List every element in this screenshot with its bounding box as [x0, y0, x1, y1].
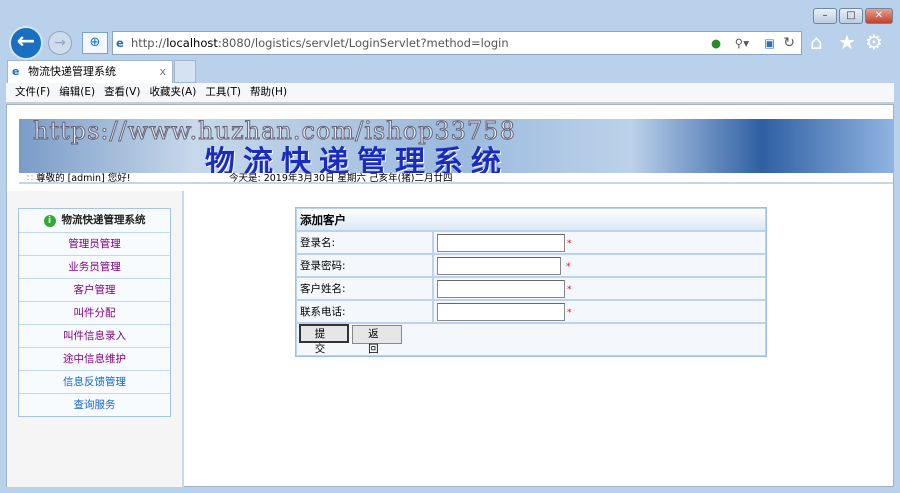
- sidebar-item-query[interactable]: 查询服务: [19, 393, 170, 416]
- sidebar-item-customer[interactable]: 客户管理: [19, 278, 170, 301]
- new-tab-button[interactable]: [174, 60, 196, 83]
- close-window-button[interactable]: ✕: [865, 8, 893, 24]
- feed-icon[interactable]: ▣: [764, 32, 775, 54]
- login-name-input[interactable]: [437, 233, 565, 252]
- back-button-form[interactable]: 返 回: [352, 325, 403, 355]
- sidebar-item-feedback[interactable]: 信息反馈管理: [19, 370, 170, 393]
- back-button[interactable]: ←: [9, 26, 43, 60]
- home-icon[interactable]: ⌂: [810, 30, 823, 54]
- sidebar-header: i 物流快递管理系统: [19, 209, 170, 232]
- submit-button[interactable]: 提 交: [299, 324, 349, 355]
- field-label: 联系电话:: [296, 300, 433, 323]
- tab-close-icon[interactable]: x: [159, 61, 166, 83]
- ie-tab-icon: e: [12, 65, 20, 78]
- forward-button[interactable]: →: [48, 31, 72, 55]
- menu-file[interactable]: 文件(F): [15, 83, 50, 102]
- add-customer-form: 添加客户 登录名: * 登录密码: * 客户姓名: * 联系电话: * 提 交 返 回: [295, 207, 767, 357]
- sidebar-item-pickup-entry[interactable]: 叫件信息录入: [19, 324, 170, 347]
- sidebar-item-transit[interactable]: 途中信息维护: [19, 347, 170, 370]
- compat-icon[interactable]: ●: [711, 32, 721, 54]
- password-input[interactable]: [437, 256, 561, 275]
- sidebar-item-admin[interactable]: 管理员管理: [19, 232, 170, 255]
- menu-tools[interactable]: 工具(T): [205, 83, 241, 102]
- maximize-button[interactable]: □: [839, 8, 863, 24]
- shield-icon[interactable]: ⊕: [82, 32, 108, 54]
- tab-active[interactable]: e 物流快递管理系统 x: [7, 60, 173, 83]
- minimize-button[interactable]: –: [813, 8, 837, 24]
- banner: https://www.huzhan.com/ishop33758 物流快递管理…: [19, 119, 893, 173]
- phone-input[interactable]: [437, 302, 565, 321]
- date-text: 今天是: 2019年3月30日 星期六 己亥年(猪)二月廿四: [229, 173, 453, 184]
- menu-favorites[interactable]: 收藏夹(A): [149, 83, 196, 102]
- settings-gear-icon[interactable]: ⚙: [865, 30, 883, 54]
- search-icon[interactable]: ⚲▾: [735, 32, 749, 54]
- sidebar-item-staff[interactable]: 业务员管理: [19, 255, 170, 278]
- refresh-icon[interactable]: ↻: [783, 32, 795, 54]
- sidebar-item-dispatch[interactable]: 叫件分配: [19, 301, 170, 324]
- page-content: https://www.huzhan.com/ishop33758 物流快递管理…: [6, 104, 894, 487]
- ie-logo-icon: e: [116, 36, 124, 50]
- field-label: 登录密码:: [296, 254, 433, 277]
- form-title: 添加客户: [296, 208, 766, 231]
- menu-edit[interactable]: 编辑(E): [59, 83, 95, 102]
- address-bar[interactable]: e http://localhost:8080/logistics/servle…: [112, 31, 802, 55]
- field-label: 登录名:: [296, 231, 433, 254]
- customer-name-input[interactable]: [437, 279, 565, 298]
- greeting-bar: ∷ 尊敬的 [admin] 您好! 今天是: 2019年3月30日 星期六 己亥…: [19, 173, 893, 184]
- banner-title: 物流快递管理系统: [205, 145, 509, 173]
- sidebar-menu: i 物流快递管理系统 管理员管理 业务员管理 客户管理 叫件分配 叫件信息录入 途…: [18, 208, 171, 417]
- favorites-star-icon[interactable]: ★: [838, 30, 856, 54]
- field-label: 客户姓名:: [296, 277, 433, 300]
- bullet-icon: ∷: [27, 173, 34, 184]
- menu-view[interactable]: 查看(V): [104, 83, 140, 102]
- menu-bar: 文件(F) 编辑(E) 查看(V) 收藏夹(A) 工具(T) 帮助(H): [6, 83, 894, 103]
- info-icon: i: [43, 215, 56, 227]
- menu-help[interactable]: 帮助(H): [250, 83, 287, 102]
